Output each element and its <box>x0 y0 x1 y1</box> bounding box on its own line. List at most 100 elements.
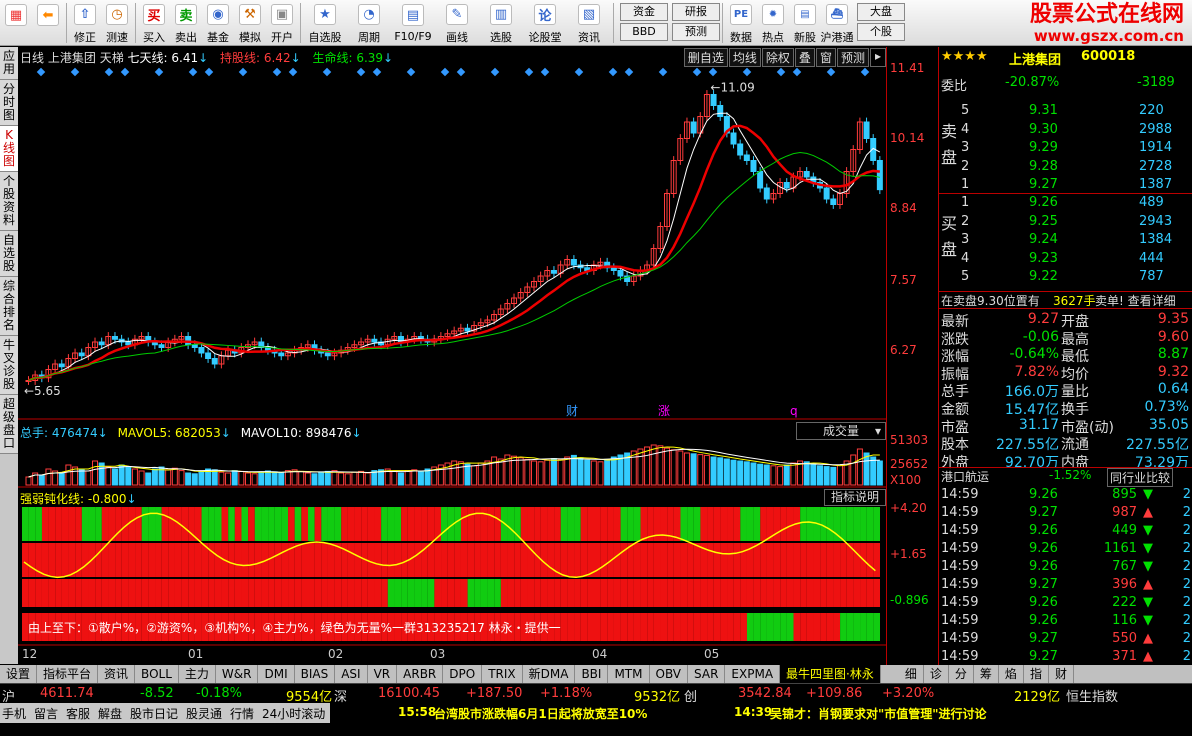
toolbar-star-button[interactable]: ★ 自选股 <box>303 1 347 45</box>
toolbar-small-button[interactable]: BBD <box>620 23 668 41</box>
bottom-tab-22[interactable]: 分 <box>949 665 974 683</box>
left-tab-4[interactable]: 自选股 <box>0 231 18 277</box>
sell-level-row[interactable]: 5 9.31 220 <box>939 103 1192 121</box>
sell-level-row[interactable]: 4 9.30 2988 <box>939 122 1192 140</box>
bottom-tab-bar: 设置 指标平台 资讯 BOLL 主力 W&R DMI BIAS ASI VR ARBR DPO TRIX… <box>0 665 1192 683</box>
toolbar-f10-button[interactable]: ▤ F10/F9 <box>391 1 435 45</box>
toolbar-sell-button[interactable]: 卖卖出 <box>170 1 202 45</box>
volume-select[interactable]: 成交量 ▾ <box>796 422 886 440</box>
chart-button-2[interactable]: 除权 <box>761 48 794 67</box>
left-tab-6[interactable]: 牛叉诊股 <box>0 336 18 395</box>
toolbar-select-button[interactable]: ▥ 选股 <box>479 1 523 45</box>
status-item-6[interactable]: 行情 <box>230 705 254 722</box>
chart-button-3[interactable]: 叠 <box>794 48 815 67</box>
toolbar-pen-button[interactable]: ✎ 画线 <box>435 1 479 45</box>
bottom-tab-7[interactable]: BIAS <box>295 665 336 683</box>
stats-row: 涨幅 -0.64% 最低 8.87 <box>939 346 1192 365</box>
left-tab-2[interactable]: K线图 <box>0 126 18 172</box>
news-ticker[interactable]: 15:58 台湾股市涨跌幅6月1日起将放宽至10% 14:39 吴锦才：肖钢要求… <box>330 703 1192 723</box>
toolbar-small-button[interactable]: 个股 <box>857 23 905 41</box>
toolbar-newstock-button[interactable]: ▤ 新股 <box>789 1 821 45</box>
toolbar-cycle-button[interactable]: ◔ 周期 <box>347 1 391 45</box>
bottom-tab-11[interactable]: DPO <box>443 665 483 683</box>
status-item-0[interactable]: 手机 <box>2 705 26 722</box>
bottom-tab-13[interactable]: 新DMA <box>523 665 576 683</box>
news-text-1[interactable]: 台湾股市涨跌幅6月1日起将放宽至10% <box>434 705 647 722</box>
chart-button-0[interactable]: 删自选 <box>683 48 728 67</box>
status-item-5[interactable]: 股灵通 <box>186 705 222 722</box>
sector-row[interactable]: 港口航运 -1.52% 同行业比较 <box>939 467 1192 487</box>
status-item-7[interactable]: 24小时滚动 <box>262 705 325 722</box>
bottom-tab-3[interactable]: BOLL <box>135 665 179 683</box>
status-item-2[interactable]: 客服 <box>66 705 90 722</box>
toolbar-buy-button[interactable]: 买买入 <box>138 1 170 45</box>
bottom-tab-25[interactable]: 指 <box>1024 665 1049 683</box>
toolbar-lock-button[interactable]: ▣ 开户 <box>266 1 298 45</box>
bottom-tab-20[interactable]: 细 <box>899 665 924 683</box>
bottom-tab-18[interactable]: EXPMA <box>725 665 781 683</box>
toolbar-small-button[interactable]: 大盘 <box>857 3 905 21</box>
toolbar-small-button[interactable]: 资金 <box>620 3 668 21</box>
buy-level-row[interactable]: 5 9.22 787 <box>939 269 1192 287</box>
left-tab-0[interactable]: 应用 <box>0 47 18 80</box>
chart-button-4[interactable]: 窗 <box>815 48 836 67</box>
chart-menu-icon[interactable]: ▸ <box>869 48 886 67</box>
notice-detail-link[interactable]: 卖单! 查看详细 <box>1095 292 1176 309</box>
toolbar-forum-button[interactable]: 论论股堂 <box>523 1 567 45</box>
toolbar-clock-button[interactable]: ◷ 测速 <box>101 1 133 45</box>
toolbar-small-button[interactable]: 预测 <box>672 23 720 41</box>
sell-level-row[interactable]: 3 9.29 1914 <box>939 140 1192 158</box>
notice-row[interactable]: 在卖盘9.30位置有 3627手 卖单! 查看详细 <box>939 291 1192 309</box>
buy-level-row[interactable]: 3 9.24 1384 <box>939 232 1192 250</box>
bottom-tab-0[interactable]: 设置 <box>0 665 38 683</box>
left-tab-5[interactable]: 综合排名 <box>0 277 18 336</box>
toolbar-up-arrow-button[interactable]: ⇧ 修正 <box>69 1 101 45</box>
bottom-tab-2[interactable]: 资讯 <box>98 665 136 683</box>
bottom-tab-1[interactable]: 指标平台 <box>37 665 99 683</box>
toolbar-news-button[interactable]: ▧ 资讯 <box>567 1 611 45</box>
compare-button[interactable]: 同行业比较 <box>1107 468 1174 487</box>
bottom-tab-10[interactable]: ARBR <box>397 665 444 683</box>
toolbar-pe-button[interactable]: PE 数据 <box>725 1 757 45</box>
bottom-tab-9[interactable]: VR <box>368 665 398 683</box>
status-item-1[interactable]: 留言 <box>34 705 58 722</box>
indicator-help-button[interactable]: 指标说明 <box>824 489 886 506</box>
bottom-tab-12[interactable]: TRIX <box>482 665 523 683</box>
chart-button-1[interactable]: 均线 <box>728 48 761 67</box>
bottom-tab-14[interactable]: BBI <box>575 665 609 683</box>
bottom-tab-4[interactable]: 主力 <box>179 665 216 683</box>
status-item-4[interactable]: 股市日记 <box>130 705 178 722</box>
bottom-tab-8[interactable]: ASI <box>335 665 368 683</box>
bottom-tab-5[interactable]: W&R <box>216 665 259 683</box>
toolbar-fund-button[interactable]: ◉ 基金 <box>202 1 234 45</box>
bottom-tab-26[interactable]: 财 <box>1049 665 1074 683</box>
chart-area[interactable]: ←11.09 ←5.65 财 涨 q 日线 上港集团 天梯 七天线: 6.41↓ 持股线… <box>18 47 886 665</box>
bottom-tab-23[interactable]: 筹 <box>974 665 999 683</box>
sell-level-row[interactable]: 2 9.28 2728 <box>939 159 1192 177</box>
buy-level-row[interactable]: 1 9.26 489 <box>939 195 1192 213</box>
status-item-3[interactable]: 解盘 <box>98 705 122 722</box>
left-tab-1[interactable]: 分时图 <box>0 80 18 126</box>
toolbar-back-arrow-button[interactable]: ⬅ <box>32 1 64 45</box>
bottom-tab-16[interactable]: OBV <box>650 665 689 683</box>
volume-bar <box>358 470 365 486</box>
toolbar-small-button[interactable]: 研报 <box>672 3 720 21</box>
toolbar-grid-button[interactable]: ▦ <box>0 1 32 45</box>
stat-value: 8.87 <box>1157 346 1189 363</box>
left-tab-3[interactable]: 个股资料 <box>0 172 18 231</box>
toolbar-hk-button[interactable]: ⛴ 沪港通 <box>821 1 854 45</box>
left-tab-7[interactable]: 超级盘口 <box>0 395 18 454</box>
news-text-2[interactable]: 吴锦才：肖钢要求对"市值管理"进行讨论 <box>770 705 987 722</box>
toolbar-hot-button[interactable]: ✹ 热点 <box>757 1 789 45</box>
buy-level-row[interactable]: 4 9.23 444 <box>939 251 1192 269</box>
bottom-tab-17[interactable]: SAR <box>688 665 726 683</box>
bottom-tab-6[interactable]: DMI <box>258 665 295 683</box>
bottom-tab-19[interactable]: 最牛四里图·林永 <box>780 665 881 683</box>
toolbar-hammer-button[interactable]: ⚒ 模拟 <box>234 1 266 45</box>
buy-level-row[interactable]: 2 9.25 2943 <box>939 214 1192 232</box>
volume-total: 总手: 476474 <box>20 426 98 440</box>
chart-button-5[interactable]: 预测 <box>836 48 869 67</box>
bottom-tab-15[interactable]: MTM <box>608 665 650 683</box>
bottom-tab-21[interactable]: 诊 <box>924 665 949 683</box>
bottom-tab-24[interactable]: 焰 <box>999 665 1024 683</box>
